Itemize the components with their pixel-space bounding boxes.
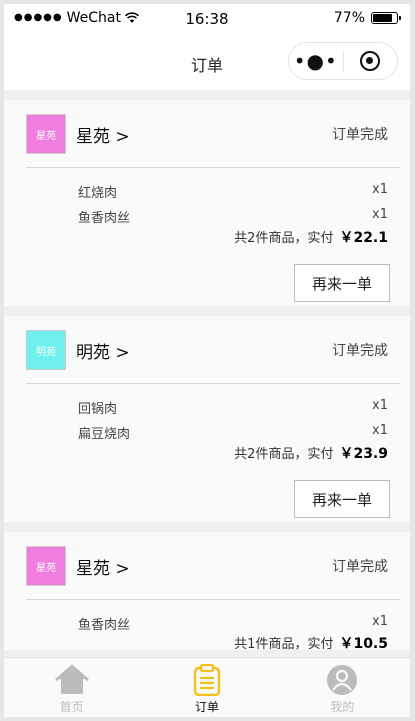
order-status: 订单完成 — [332, 343, 388, 359]
order-status: 订单完成 — [332, 559, 388, 575]
divider — [26, 383, 400, 384]
order-list: 星苑 星苑 > 订单完成 红烧肉 x1 鱼香肉丝 x1 共2件商品，实付 ￥22.… — [4, 100, 410, 660]
navigation-bar: 订单 •●• — [4, 32, 410, 90]
order-summary: 共2件商品，实付 ￥23.9 — [234, 443, 388, 463]
battery-icon — [371, 12, 401, 24]
shop-name-link[interactable]: 星苑 > — [76, 122, 130, 147]
close-target-icon — [360, 51, 381, 71]
status-right: 77% — [333, 10, 401, 26]
order-status: 订单完成 — [332, 127, 388, 143]
order-card-header[interactable]: 明苑 明苑 > 订单完成 — [4, 316, 410, 383]
phone-screen: ●●●●● WeChat 16:38 77% 订单 •●• 星苑 星苑 > 订单… — [4, 4, 410, 717]
status-bar: ●●●●● WeChat 16:38 77% — [4, 4, 410, 32]
order-item: 红烧肉 x1 — [78, 182, 388, 201]
tab-label: 我的 — [330, 700, 355, 714]
tab-orders[interactable]: 订单 — [139, 658, 274, 717]
item-name: 鱼香肉丝 — [78, 618, 131, 633]
order-item: 鱼香肉丝 x1 — [78, 614, 388, 633]
battery-percent: 77% — [333, 10, 365, 26]
order-card-header[interactable]: 星苑 星苑 > 订单完成 — [4, 532, 410, 599]
order-summary: 共2件商品，实付 ￥22.1 — [234, 227, 388, 247]
shop-name-link[interactable]: 星苑 > — [76, 554, 130, 579]
reorder-button[interactable]: 再来一单 — [294, 480, 390, 518]
summary-text: 共2件商品，实付 — [234, 231, 334, 246]
order-card: 星苑 星苑 > 订单完成 鱼香肉丝 x1 共1件商品，实付 ￥10.5 — [4, 532, 410, 653]
summary-text: 共1件商品，实付 — [234, 637, 334, 652]
shop-logo-image: 星苑 — [26, 114, 66, 154]
item-name: 扁豆烧肉 — [78, 427, 131, 442]
order-card: 明苑 明苑 > 订单完成 回锅肉 x1 扁豆烧肉 x1 共2件商品，实付 ￥23.… — [4, 316, 410, 522]
item-name: 鱼香肉丝 — [78, 211, 131, 226]
item-quantity: x1 — [372, 182, 388, 197]
item-quantity: x1 — [372, 423, 388, 438]
order-total: ￥22.1 — [339, 230, 388, 246]
item-quantity: x1 — [372, 614, 388, 629]
close-miniprogram-button[interactable] — [343, 51, 397, 71]
order-item: 回锅肉 x1 — [78, 398, 388, 417]
reorder-button[interactable]: 再来一单 — [294, 264, 390, 302]
order-card: 星苑 星苑 > 订单完成 红烧肉 x1 鱼香肉丝 x1 共2件商品，实付 ￥22.… — [4, 100, 410, 306]
profile-icon — [327, 665, 358, 695]
tab-profile[interactable]: 我的 — [275, 658, 410, 717]
tab-label: 订单 — [194, 700, 219, 714]
order-total: ￥23.9 — [339, 446, 388, 462]
order-total: ￥10.5 — [339, 636, 388, 652]
item-quantity: x1 — [372, 398, 388, 413]
tab-home[interactable]: 首页 — [4, 658, 139, 717]
divider — [26, 167, 400, 168]
more-options-button[interactable]: •●• — [289, 42, 343, 80]
shop-logo-image: 明苑 — [26, 330, 66, 370]
miniprogram-capsule: •●• — [288, 42, 398, 80]
tab-bar: 首页 订单 我的 — [4, 657, 410, 717]
summary-text: 共2件商品，实付 — [234, 447, 334, 462]
order-card-header[interactable]: 星苑 星苑 > 订单完成 — [4, 100, 410, 167]
shop-logo-image: 星苑 — [26, 546, 66, 586]
order-summary: 共1件商品，实付 ￥10.5 — [234, 633, 388, 653]
item-quantity: x1 — [372, 207, 388, 222]
order-item: 扁豆烧肉 x1 — [78, 423, 388, 442]
tab-label: 首页 — [59, 700, 84, 714]
item-name: 回锅肉 — [78, 402, 118, 417]
order-item: 鱼香肉丝 x1 — [78, 207, 388, 226]
home-icon — [54, 664, 89, 694]
item-name: 红烧肉 — [78, 186, 118, 201]
divider — [26, 599, 400, 600]
orders-clipboard-icon — [193, 664, 221, 696]
shop-name-link[interactable]: 明苑 > — [76, 338, 130, 363]
